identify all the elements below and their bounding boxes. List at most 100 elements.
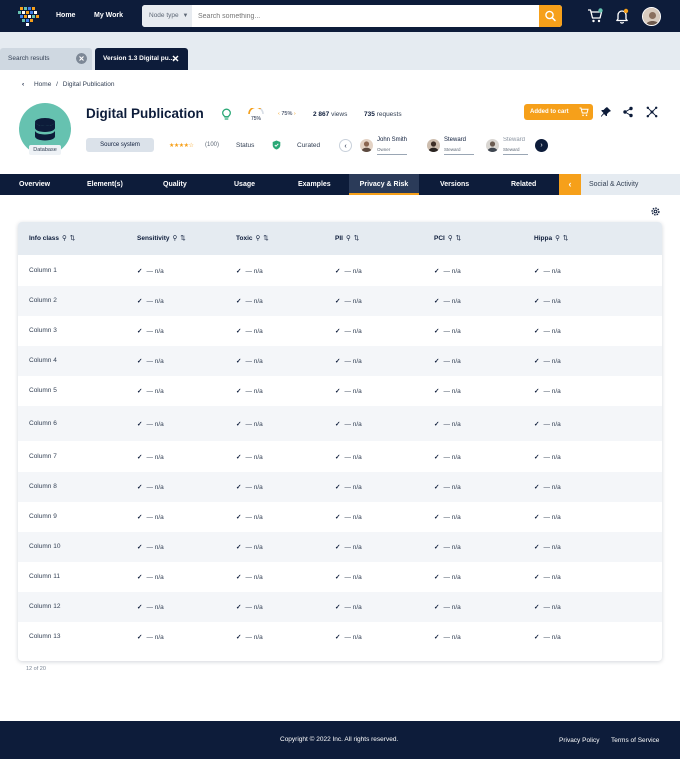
check-icon: ✓	[534, 388, 540, 395]
table-row[interactable]: Column 5 ✓ — n/a ✓ — n/a ✓ — n/a ✓ — n/a ✓ — n/a	[18, 376, 662, 406]
cell-value: — n/a	[245, 454, 263, 461]
table-cell: ✓ — n/a	[137, 483, 164, 491]
tab-version-digital-publication[interactable]: Version 1.3 Digital pu...	[95, 48, 188, 70]
cell-value: — n/a	[245, 298, 263, 305]
breadcrumb-home-link[interactable]: Home	[34, 81, 51, 88]
tab-related[interactable]: Related	[511, 174, 536, 195]
footer: Copyright © 2022 Inc. All rights reserve…	[0, 721, 680, 759]
table-row[interactable]: Column 13 ✓ — n/a ✓ — n/a ✓ — n/a ✓ — n/a ✓ — n/a	[18, 622, 662, 652]
people-prev-button[interactable]: ‹	[339, 139, 352, 152]
table-row[interactable]: Column 7 ✓ — n/a ✓ — n/a ✓ — n/a ✓ — n/a ✓ — n/a	[18, 441, 662, 472]
sort-icon[interactable]: ⇅	[456, 235, 461, 242]
cell-value: — n/a	[344, 421, 362, 428]
settings-icon[interactable]	[650, 206, 661, 217]
table-row[interactable]: Column 8 ✓ — n/a ✓ — n/a ✓ — n/a ✓ — n/a ✓ — n/a	[18, 472, 662, 502]
sort-icon[interactable]: ⇅	[180, 235, 185, 242]
views-label: views	[331, 111, 348, 118]
tab-scroll-left-button[interactable]: ‹	[559, 174, 581, 195]
bell-icon[interactable]	[614, 8, 630, 24]
table-row[interactable]: Column 11 ✓ — n/a ✓ — n/a ✓ — n/a ✓ — n/a ✓ — n/a	[18, 562, 662, 592]
person-role: Steward	[444, 147, 461, 152]
table-cell: ✓ — n/a	[534, 543, 561, 551]
pin-icon[interactable]	[600, 106, 612, 118]
table-cell: ✓ — n/a	[434, 483, 461, 491]
check-icon: ✓	[236, 484, 242, 491]
tab-overview[interactable]: Overview	[19, 174, 50, 195]
search-input[interactable]	[192, 5, 539, 27]
search-button[interactable]	[539, 5, 562, 27]
table-cell: ✓ — n/a	[434, 297, 461, 305]
column-header[interactable]: Toxic ⚲ ⇅	[236, 234, 269, 242]
sort-icon[interactable]: ⇅	[354, 235, 359, 242]
terms-of-service-link[interactable]: Terms of Service	[611, 737, 659, 744]
tab-quality[interactable]: Quality	[163, 174, 187, 195]
chevron-left-icon: ‹	[344, 143, 347, 150]
sort-icon[interactable]: ⇅	[70, 235, 75, 242]
column-header-label: Sensitivity	[137, 235, 170, 242]
person-card[interactable]: Steward Steward	[427, 137, 477, 155]
source-system-button[interactable]: Source system	[86, 138, 154, 152]
search-icon[interactable]: ⚲	[555, 235, 560, 242]
app-logo-icon[interactable]	[18, 5, 42, 27]
tab-versions[interactable]: Versions	[440, 174, 469, 195]
tab-social-activity[interactable]: Social & Activity	[581, 174, 680, 195]
table-row[interactable]: Column 2 ✓ — n/a ✓ — n/a ✓ — n/a ✓ — n/a ✓ — n/a	[18, 286, 662, 316]
sort-icon[interactable]: ⇅	[263, 235, 268, 242]
table-cell: ✓ — n/a	[434, 633, 461, 641]
cell-value: — n/a	[146, 454, 164, 461]
tab-elements[interactable]: Element(s)	[87, 174, 123, 195]
table-row[interactable]: Column 10 ✓ — n/a ✓ — n/a ✓ — n/a ✓ — n/a ✓ — n/a	[18, 532, 662, 562]
search-icon[interactable]: ⚲	[62, 235, 67, 242]
search-icon[interactable]: ⚲	[346, 235, 351, 242]
added-to-cart-button[interactable]: Added to cart	[524, 104, 593, 120]
privacy-risk-table: Info class ⚲ ⇅ Sensitivity ⚲ ⇅ Toxic ⚲ ⇅ PII ⚲ ⇅…	[18, 222, 662, 661]
cart-icon[interactable]	[587, 8, 603, 24]
table-row[interactable]: Column 12 ✓ — n/a ✓ — n/a ✓ — n/a ✓ — n/a ✓ — n/a	[18, 592, 662, 622]
nav-my-work-link[interactable]: My Work	[94, 12, 123, 19]
table-row[interactable]: Column 6 ✓ — n/a ✓ — n/a ✓ — n/a ✓ — n/a ✓ — n/a	[18, 406, 662, 441]
share-icon[interactable]	[622, 106, 634, 118]
nav-home-link[interactable]: Home	[56, 12, 75, 19]
cell-value: — n/a	[443, 328, 461, 335]
cell-value: — n/a	[146, 574, 164, 581]
gauge-value: 75%	[250, 116, 261, 122]
check-icon: ✓	[137, 421, 143, 428]
cell-value: — n/a	[146, 604, 164, 611]
privacy-policy-link[interactable]: Privacy Policy	[559, 737, 599, 744]
table-cell: ✓ — n/a	[137, 357, 164, 365]
column-header[interactable]: PCI ⚲ ⇅	[434, 234, 461, 242]
rating-stars[interactable]: ★★★★☆	[169, 142, 194, 149]
cell-value: — n/a	[146, 484, 164, 491]
back-arrow-icon[interactable]: ‹	[22, 81, 24, 88]
table-row[interactable]: Column 9 ✓ — n/a ✓ — n/a ✓ — n/a ✓ — n/a ✓ — n/a	[18, 502, 662, 532]
network-icon[interactable]	[646, 106, 658, 118]
column-header[interactable]: PII ⚲ ⇅	[335, 234, 359, 242]
cell-value: — n/a	[443, 604, 461, 611]
cell-value: — n/a	[344, 268, 362, 275]
cell-value: — n/a	[245, 604, 263, 611]
person-card[interactable]: Steward Steward	[486, 137, 528, 155]
search-icon[interactable]: ⚲	[173, 235, 178, 242]
user-avatar[interactable]	[642, 7, 661, 26]
row-label: Column 2	[29, 297, 57, 304]
column-header[interactable]: Sensitivity ⚲ ⇅	[137, 234, 186, 242]
breadcrumb: ‹ Home / Digital Publication	[22, 81, 114, 88]
table-row[interactable]: Column 4 ✓ — n/a ✓ — n/a ✓ — n/a ✓ — n/a ✓ — n/a	[18, 346, 662, 376]
people-next-button[interactable]: ›	[535, 139, 548, 152]
tab-examples[interactable]: Examples	[298, 174, 331, 195]
tab-usage[interactable]: Usage	[234, 174, 255, 195]
tab-privacy-risk[interactable]: Privacy & Risk	[349, 174, 419, 195]
close-icon[interactable]	[170, 53, 181, 64]
search-icon[interactable]: ⚲	[256, 235, 261, 242]
tab-search-results[interactable]: Search results	[0, 48, 92, 70]
column-header[interactable]: Hippa ⚲ ⇅	[534, 234, 568, 242]
sort-icon[interactable]: ⇅	[563, 235, 568, 242]
table-row[interactable]: Column 1 ✓ — n/a ✓ — n/a ✓ — n/a ✓ — n/a ✓ — n/a	[18, 255, 662, 286]
column-header[interactable]: Info class ⚲ ⇅	[29, 234, 75, 242]
node-type-select[interactable]: Node type ▼	[142, 5, 192, 27]
close-icon[interactable]	[76, 53, 87, 64]
person-card[interactable]: John Smith Owner	[360, 137, 420, 155]
table-row[interactable]: Column 3 ✓ — n/a ✓ — n/a ✓ — n/a ✓ — n/a ✓ — n/a	[18, 316, 662, 346]
check-icon: ✓	[236, 454, 242, 461]
search-icon[interactable]: ⚲	[448, 235, 453, 242]
